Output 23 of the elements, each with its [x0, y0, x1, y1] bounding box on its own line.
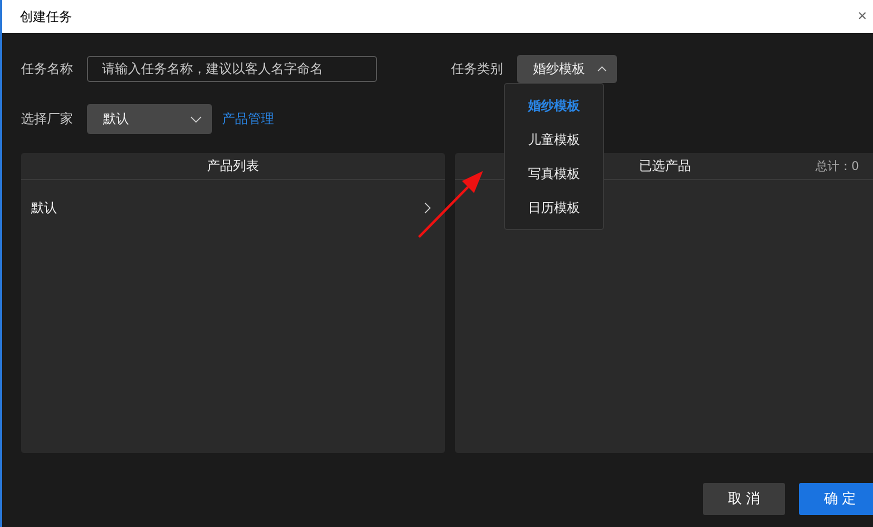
- total-count: 总计：0: [815, 158, 859, 174]
- close-button[interactable]: ×: [856, 8, 869, 26]
- window-title: 创建任务: [20, 8, 72, 26]
- arrow-drawing: [416, 168, 486, 240]
- chevron-down-icon: [190, 116, 202, 122]
- dropdown-option[interactable]: 写真模板: [520, 162, 588, 186]
- task-name-field[interactable]: 请输入任务名称，建议以客人名字命名: [87, 56, 377, 82]
- product-management-link[interactable]: 产品管理: [222, 110, 274, 128]
- field-label: 选择厂家: [21, 111, 74, 128]
- dropdown-option[interactable]: 日历模板: [520, 196, 588, 220]
- panel-title: 已选产品: [639, 158, 691, 175]
- vendor-select[interactable]: 默认: [87, 104, 212, 134]
- dropdown-option[interactable]: 婚纱模板: [520, 94, 588, 118]
- field-label: 任务类别: [451, 61, 504, 78]
- task-type-select[interactable]: 婚纱模板: [517, 55, 617, 83]
- chevron-up-icon: [597, 66, 607, 72]
- dropdown-option[interactable]: 儿童模板: [520, 128, 588, 152]
- field-label: 任务名称: [21, 61, 74, 78]
- panel-title: 产品列表: [207, 158, 259, 175]
- product-item[interactable]: 默认: [31, 199, 57, 217]
- confirm-button[interactable]: 确 定: [799, 483, 873, 515]
- cancel-button[interactable]: 取 消: [703, 483, 785, 515]
- chevron-right-icon: [424, 202, 431, 214]
